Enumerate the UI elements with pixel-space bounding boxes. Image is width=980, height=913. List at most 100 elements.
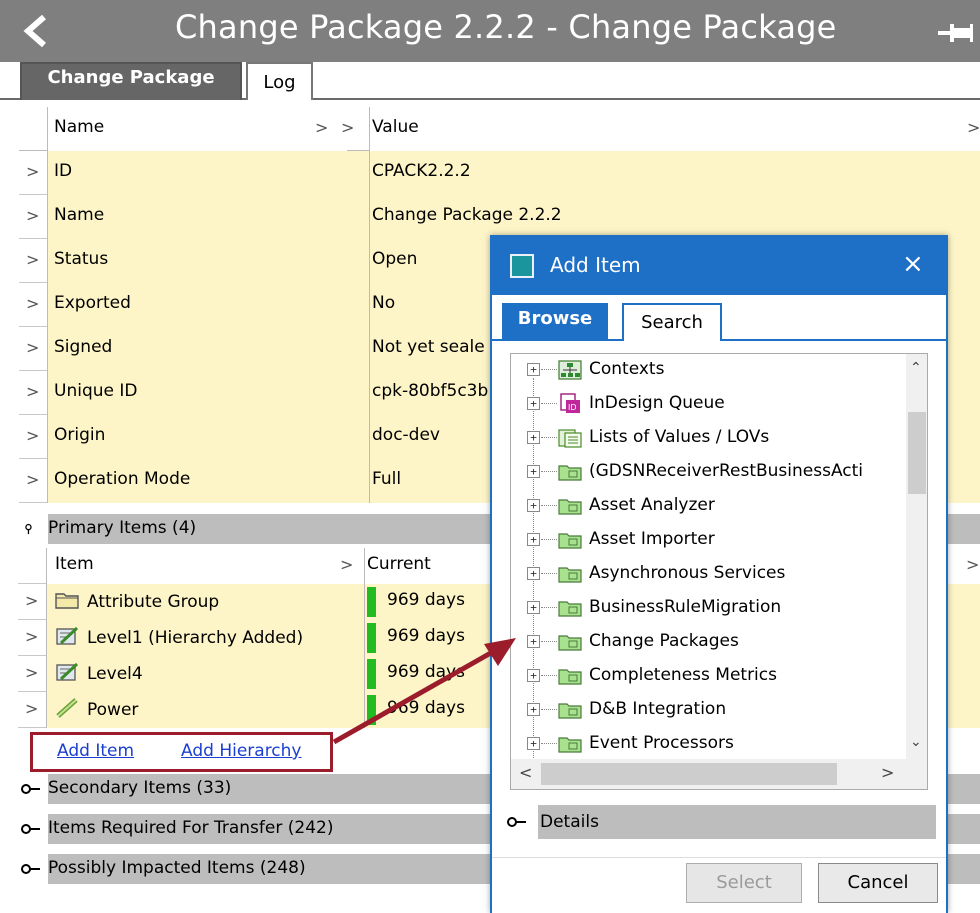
add-hierarchy-link[interactable]: Add Hierarchy	[181, 741, 302, 761]
row-expand-icon[interactable]: >	[18, 620, 46, 656]
row-expand-icon[interactable]: >	[19, 151, 47, 195]
title-bar: Change Package 2.2.2 - Change Package	[0, 0, 980, 62]
folder-green-icon	[558, 703, 582, 719]
tab-browse[interactable]: Browse	[502, 303, 608, 341]
pin-collapsed-icon[interactable]	[20, 821, 42, 837]
hierarchy-edit-icon	[56, 662, 79, 681]
row-expand-icon[interactable]: >	[19, 459, 47, 503]
column-header-item[interactable]: Item	[46, 548, 364, 584]
vertical-scrollbar[interactable]: ⌃ ⌄	[906, 354, 927, 759]
tree-node-label: Event Processors	[589, 733, 734, 753]
folder-green-icon	[558, 533, 582, 549]
row-expand-icon[interactable]: >	[19, 415, 47, 459]
folder-green-icon	[558, 465, 582, 481]
property-name: Origin	[47, 415, 347, 459]
column-header-value[interactable]: Value	[369, 107, 980, 151]
row-expand-icon[interactable]: >	[19, 371, 47, 415]
expand-icon[interactable]: +	[527, 431, 540, 444]
scroll-thumb[interactable]	[541, 763, 837, 785]
horizontal-scrollbar[interactable]: < >	[511, 759, 906, 789]
item-current: 969 days	[387, 626, 465, 646]
row-expand-icon[interactable]: >	[18, 656, 46, 692]
item-current: 969 days	[387, 590, 465, 610]
property-row[interactable]: > ID CPACK2.2.2	[19, 151, 980, 195]
scroll-down-icon[interactable]: ⌄	[910, 734, 922, 750]
expand-icon[interactable]: +	[527, 601, 540, 614]
add-item-dialog: Add Item × Browse Search + Contexts + ID	[490, 235, 948, 913]
expand-icon[interactable]: +	[527, 669, 540, 682]
close-icon[interactable]: ×	[902, 249, 924, 279]
tab-change-package[interactable]: Change Package	[20, 62, 242, 100]
expand-icon[interactable]: +	[527, 737, 540, 750]
contexts-icon	[558, 360, 582, 380]
folder-green-icon	[558, 499, 582, 515]
pin-expanded-icon[interactable]	[24, 518, 38, 540]
expand-icon[interactable]: +	[527, 703, 540, 716]
scroll-thumb[interactable]	[908, 412, 926, 494]
row-expand-icon[interactable]: >	[19, 327, 47, 371]
indesign-icon: ID	[560, 393, 580, 413]
pin-collapsed-icon[interactable]	[506, 814, 528, 830]
folder-green-icon	[558, 601, 582, 617]
item-current: 969 days	[387, 662, 465, 682]
item-label: Level4	[87, 664, 143, 684]
folder-green-icon	[558, 567, 582, 583]
pin-icon[interactable]	[938, 22, 974, 44]
cancel-button[interactable]: Cancel	[818, 863, 938, 903]
tree-node-label: Asynchronous Services	[589, 563, 786, 583]
tab-search[interactable]: Search	[622, 303, 722, 341]
item-label: Level1 (Hierarchy Added)	[87, 628, 304, 648]
status-indicator	[367, 659, 376, 689]
expand-icon[interactable]: +	[527, 635, 540, 648]
row-expand-icon[interactable]: >	[19, 195, 47, 239]
select-button[interactable]: Select	[686, 863, 802, 903]
item-current: 969 days	[387, 698, 465, 718]
property-row[interactable]: > Name Change Package 2.2.2	[19, 195, 980, 239]
column-expand-icon[interactable]: >	[967, 118, 980, 137]
tree-node-label: Lists of Values / LOVs	[589, 427, 770, 447]
column-expand-icon[interactable]: >	[341, 118, 354, 137]
svg-text:ID: ID	[568, 403, 577, 412]
property-name: Operation Mode	[47, 459, 347, 503]
tree-node-label: Contexts	[589, 359, 665, 379]
scroll-up-icon[interactable]: ⌃	[910, 360, 922, 376]
expand-icon[interactable]: +	[527, 397, 540, 410]
status-indicator	[367, 695, 376, 725]
dialog-title: Add Item	[550, 253, 641, 277]
row-expand-icon[interactable]: >	[18, 584, 46, 620]
folder-icon	[55, 593, 79, 609]
column-expand-icon[interactable]: >	[966, 555, 979, 574]
add-links-callout: Add Item Add Hierarchy	[30, 732, 333, 772]
add-item-link[interactable]: Add Item	[57, 741, 134, 761]
column-expand-icon[interactable]: >	[340, 555, 353, 574]
property-name: Status	[47, 239, 347, 283]
expand-icon[interactable]: +	[527, 533, 540, 546]
pin-collapsed-icon[interactable]	[20, 781, 42, 797]
item-label: Attribute Group	[87, 592, 220, 612]
dialog-tabs: Browse Search	[492, 295, 946, 341]
back-arrow-icon[interactable]	[20, 14, 50, 48]
scroll-left-icon[interactable]: <	[519, 763, 532, 782]
property-name: Name	[47, 195, 347, 239]
column-header-name[interactable]: Name	[47, 107, 347, 151]
details-label: Details	[540, 812, 599, 832]
expand-icon[interactable]: +	[527, 465, 540, 478]
tab-log[interactable]: Log	[246, 62, 313, 100]
section-title: Items Required For Transfer (242)	[48, 818, 334, 838]
expand-icon[interactable]: +	[527, 363, 540, 376]
tree-node-label: Asset Analyzer	[589, 495, 715, 515]
lov-icon	[558, 429, 582, 448]
expand-icon[interactable]: +	[527, 567, 540, 580]
item-label: Power	[87, 700, 139, 720]
status-indicator	[367, 623, 376, 653]
expand-icon[interactable]: +	[527, 499, 540, 512]
section-title: Primary Items (4)	[48, 518, 197, 538]
row-expand-icon[interactable]: >	[18, 692, 46, 728]
pin-collapsed-icon[interactable]	[20, 861, 42, 877]
row-expand-icon[interactable]: >	[19, 239, 47, 283]
scroll-right-icon[interactable]: >	[881, 763, 894, 782]
column-expand-icon[interactable]: >	[315, 118, 328, 137]
details-section[interactable]: Details	[506, 805, 936, 839]
row-expand-icon[interactable]: >	[19, 283, 47, 327]
browse-tree[interactable]: + Contexts + ID InDesign Queue + Lists o…	[510, 353, 928, 790]
